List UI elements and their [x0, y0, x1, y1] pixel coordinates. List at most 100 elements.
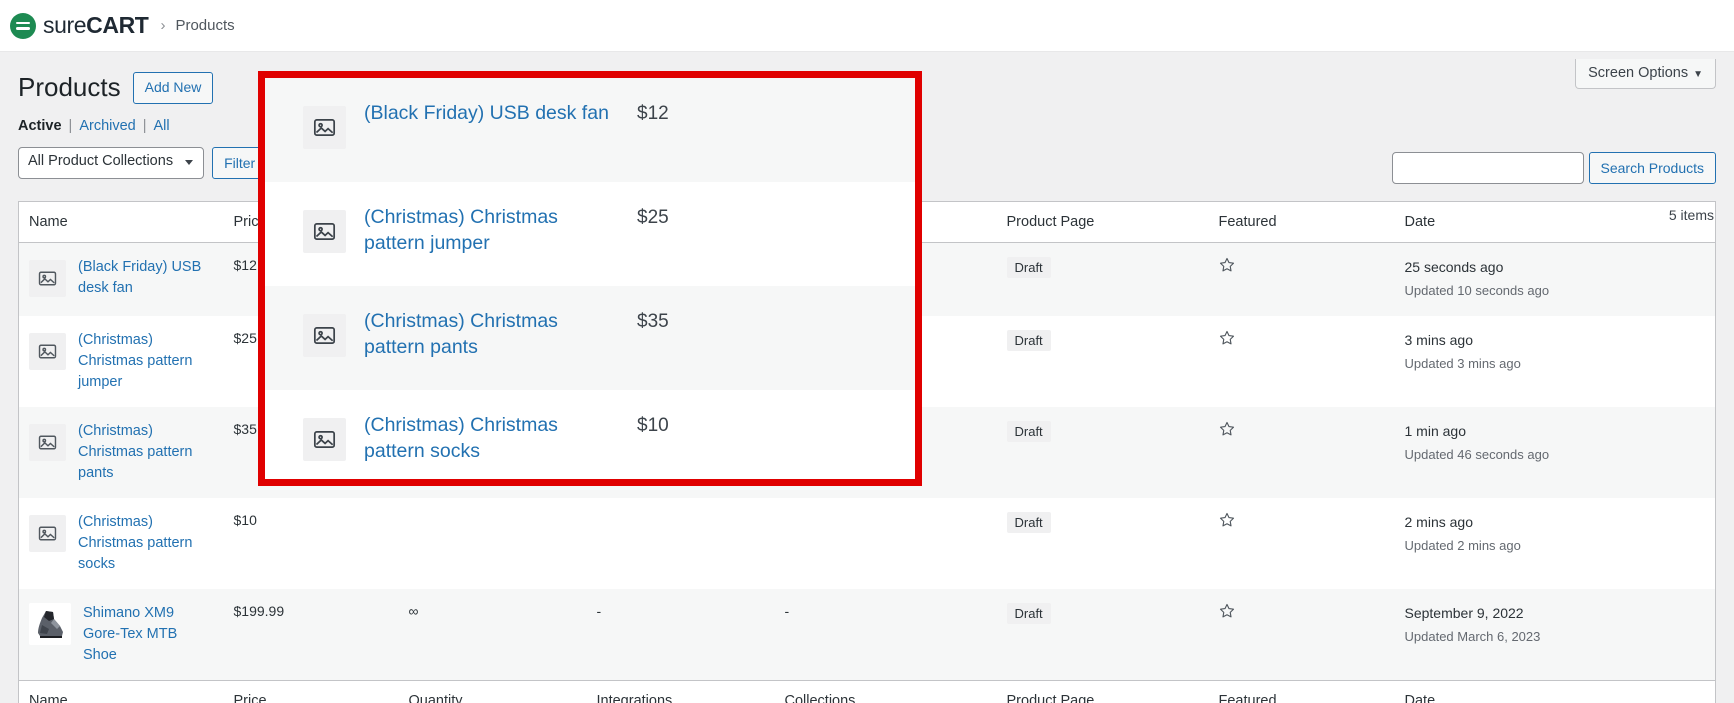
- star-outline-icon[interactable]: [1219, 421, 1235, 440]
- product-name-cell: Shimano XM9 Gore-Tex MTB Shoe: [29, 602, 214, 666]
- footer-column-featured[interactable]: Featured: [1208, 679, 1395, 703]
- star-outline-icon[interactable]: [1219, 330, 1235, 349]
- logo-text-bold: CART: [86, 12, 149, 38]
- footer-column-date[interactable]: Date: [1394, 679, 1716, 703]
- cell-integrations: [586, 497, 775, 589]
- status-badge: Draft: [1006, 329, 1051, 351]
- product-link[interactable]: (Christmas) Christmas pattern jumper: [78, 330, 214, 393]
- date-updated: Updated March 6, 2023: [1404, 628, 1541, 644]
- cell-quantity: ∞: [398, 588, 587, 681]
- view-divider-2: |: [142, 118, 147, 134]
- zoom-product-price: $25: [637, 207, 669, 228]
- star-outline-icon[interactable]: [1219, 512, 1235, 531]
- star-outline-icon[interactable]: [1219, 603, 1235, 622]
- product-collection-select[interactable]: All Product Collections: [18, 147, 205, 179]
- image-placeholder-icon: [29, 514, 66, 552]
- table-footer-row: Name Price Quantity Integrations Collect…: [18, 679, 1716, 703]
- zoom-row[interactable]: (Christmas) Christmas pattern pants $35: [265, 286, 915, 390]
- cell-date: 3 mins ago Updated 3 mins ago: [1394, 315, 1716, 407]
- product-name-cell: (Black Friday) USB desk fan: [29, 257, 214, 299]
- status-badge: Draft: [1006, 602, 1051, 624]
- zoom-row[interactable]: (Christmas) Christmas pattern socks $10: [265, 390, 915, 479]
- column-header-date[interactable]: Date: [1394, 201, 1716, 243]
- footer-column-product-page[interactable]: Product Page: [996, 679, 1209, 703]
- image-placeholder-icon: [29, 332, 66, 370]
- cell-name: (Black Friday) USB desk fan: [18, 242, 224, 316]
- product-link[interactable]: Shimano XM9 Gore-Tex MTB Shoe: [83, 603, 214, 666]
- table-row[interactable]: Shimano XM9 Gore-Tex MTB Shoe $199.99 ∞ …: [18, 588, 1716, 681]
- product-link[interactable]: (Black Friday) USB desk fan: [78, 257, 214, 299]
- zoom-product-link[interactable]: (Black Friday) USB desk fan: [364, 100, 619, 126]
- cell-price: $199.99: [223, 588, 399, 681]
- search-input[interactable]: [1391, 152, 1584, 184]
- search-area: Search Products: [1391, 152, 1716, 184]
- date-created: 2 mins ago: [1404, 513, 1473, 530]
- date-created: 25 seconds ago: [1404, 259, 1504, 275]
- zoom-row[interactable]: (Christmas) Christmas pattern jumper $25: [265, 182, 915, 286]
- zoom-product-link[interactable]: (Christmas) Christmas pattern pants: [364, 308, 619, 360]
- cell-collections: [774, 497, 997, 589]
- column-header-name[interactable]: Name: [18, 201, 224, 243]
- footer-column-name[interactable]: Name: [18, 679, 224, 703]
- image-placeholder-icon: [29, 260, 66, 297]
- cell-featured: [1208, 588, 1395, 681]
- breadcrumb-current: Products: [175, 17, 235, 34]
- footer-column-collections[interactable]: Collections: [774, 679, 997, 703]
- product-thumbnail: [29, 602, 71, 645]
- view-link-all[interactable]: All: [154, 118, 170, 134]
- cell-name: (Christmas) Christmas pattern jumper: [18, 315, 224, 407]
- zoom-product-price: $12: [637, 103, 669, 124]
- zoom-highlight-overlay: (Black Friday) USB desk fan $12 (Christm…: [258, 71, 922, 486]
- cell-featured: [1208, 497, 1395, 589]
- table-foot: Name Price Quantity Integrations Collect…: [18, 679, 1716, 703]
- cell-quantity: [398, 497, 587, 589]
- image-placeholder-icon: [303, 314, 346, 357]
- product-link[interactable]: (Christmas) Christmas pattern pants: [78, 421, 214, 484]
- surecart-logo-text: sureCART: [43, 12, 149, 39]
- table-row[interactable]: (Christmas) Christmas pattern socks $10 …: [18, 497, 1716, 589]
- zoom-product-price: $10: [637, 415, 669, 436]
- surecart-logo-icon: [10, 12, 36, 39]
- zoom-row[interactable]: (Black Friday) USB desk fan $12: [265, 78, 915, 182]
- zoom-product-link[interactable]: (Christmas) Christmas pattern socks: [364, 412, 619, 464]
- date-created: 1 min ago: [1404, 422, 1466, 439]
- date-updated: Updated 2 mins ago: [1404, 537, 1521, 553]
- date-updated: Updated 10 seconds ago: [1404, 283, 1550, 298]
- image-placeholder-icon: [29, 423, 66, 461]
- product-name-cell: (Christmas) Christmas pattern pants: [29, 421, 214, 484]
- zoom-product-link[interactable]: (Christmas) Christmas pattern jumper: [364, 204, 619, 256]
- search-products-button[interactable]: Search Products: [1588, 152, 1716, 184]
- cell-product-page: Draft: [996, 497, 1209, 589]
- cell-featured: [1208, 406, 1395, 498]
- admin-top-bar: sureCART › Products: [0, 0, 1734, 52]
- cell-featured: [1208, 315, 1395, 407]
- view-divider-1: |: [68, 118, 73, 134]
- product-link[interactable]: (Christmas) Christmas pattern socks: [78, 512, 214, 575]
- column-header-featured[interactable]: Featured: [1208, 201, 1395, 243]
- cell-name: (Christmas) Christmas pattern socks: [18, 497, 224, 589]
- items-count-top: 5 items: [1668, 207, 1714, 223]
- cell-date: 25 seconds ago Updated 10 seconds ago: [1394, 242, 1716, 316]
- view-link-archived[interactable]: Archived: [79, 118, 135, 134]
- cell-product-page: Draft: [996, 242, 1209, 316]
- cell-name: (Christmas) Christmas pattern pants: [18, 406, 224, 498]
- footer-column-integrations[interactable]: Integrations: [586, 679, 775, 703]
- date-created: September 9, 2022: [1404, 604, 1524, 621]
- cell-product-page: Draft: [996, 588, 1209, 681]
- footer-column-quantity[interactable]: Quantity: [398, 679, 587, 703]
- star-outline-icon[interactable]: [1219, 257, 1235, 276]
- cell-collections: -: [774, 588, 997, 681]
- view-link-active[interactable]: Active: [18, 118, 62, 134]
- column-header-product-page[interactable]: Product Page: [996, 201, 1209, 243]
- add-new-button[interactable]: Add New: [132, 72, 214, 104]
- collection-select-wrapper: All Product Collections: [18, 147, 205, 179]
- product-name-cell: (Christmas) Christmas pattern jumper: [29, 330, 214, 393]
- image-placeholder-icon: [303, 106, 346, 149]
- surecart-logo[interactable]: sureCART: [10, 12, 149, 39]
- page-title: Products: [18, 72, 121, 103]
- image-placeholder-icon: [303, 210, 346, 253]
- date-updated: Updated 3 mins ago: [1404, 355, 1521, 371]
- footer-column-price[interactable]: Price: [223, 679, 399, 703]
- status-badge: Draft: [1006, 511, 1051, 533]
- cell-featured: [1208, 242, 1395, 316]
